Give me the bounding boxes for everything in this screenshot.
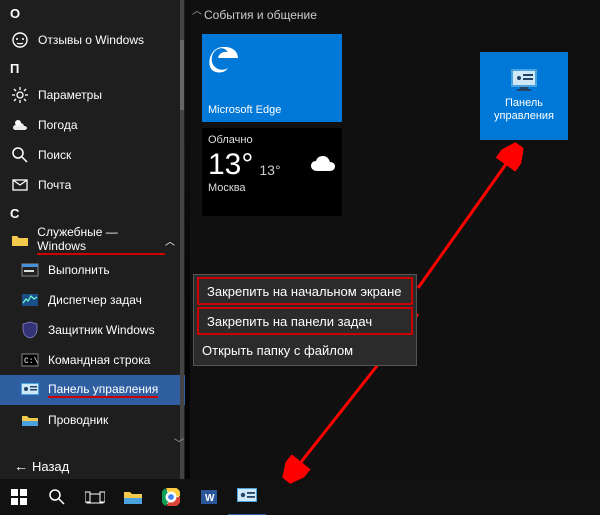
- search-button[interactable]: [38, 479, 76, 515]
- section-header-o: О: [0, 0, 185, 25]
- mail-icon: [10, 175, 30, 195]
- context-menu: Закрепить на начальном экране Закрепить …: [193, 274, 417, 366]
- app-label: Параметры: [38, 88, 102, 102]
- app-label: Поиск: [38, 148, 71, 162]
- gear-icon: [10, 85, 30, 105]
- tile-cp-label: Панельуправления: [494, 97, 554, 122]
- feedback-icon: [10, 30, 30, 50]
- app-label: Диспетчер задач: [48, 293, 142, 307]
- ctx-pin-to-taskbar[interactable]: Закрепить на панели задач: [197, 307, 413, 335]
- app-task-manager[interactable]: Диспетчер задач: [0, 285, 185, 315]
- app-label: Погода: [38, 118, 78, 132]
- taskbar-word[interactable]: W: [190, 479, 228, 515]
- cmd-icon: C:\: [20, 350, 40, 370]
- weather-location: Москва: [208, 182, 336, 194]
- app-label: Защитник Windows: [48, 323, 155, 337]
- app-mail[interactable]: Почта: [0, 170, 185, 200]
- app-feedback[interactable]: Отзывы о Windows: [0, 25, 185, 55]
- app-label: Почта: [38, 178, 71, 192]
- control-panel-icon: [20, 380, 40, 400]
- taskbar-explorer[interactable]: [114, 479, 152, 515]
- chevron-down-icon[interactable]: ﹀: [174, 435, 184, 450]
- shield-icon: [20, 320, 40, 340]
- app-control-panel[interactable]: Панель управления: [0, 375, 185, 405]
- app-label: Панель управления: [48, 382, 158, 398]
- taskbar: W: [0, 479, 600, 515]
- ctx-open-file-location[interactable]: Открыть папку с файлом: [194, 337, 416, 363]
- app-explorer[interactable]: Проводник: [0, 405, 185, 435]
- chevron-up-icon: ︿: [165, 233, 181, 248]
- start-menu-apps-list: О Отзывы о Windows П Параметры Погода По…: [0, 0, 185, 480]
- tile-control-panel[interactable]: Панельуправления: [480, 52, 568, 140]
- app-label: Выполнить: [48, 263, 110, 277]
- tile-edge-label: Microsoft Edge: [208, 104, 281, 116]
- app-weather[interactable]: Погода: [0, 110, 185, 140]
- ctx-pin-to-start[interactable]: Закрепить на начальном экране: [197, 277, 413, 305]
- weather-temp-alt: 13°: [259, 162, 280, 178]
- edge-icon: [208, 44, 336, 78]
- weather-condition: Облачно: [208, 134, 336, 146]
- section-header-c: С: [0, 200, 185, 225]
- cloud-icon: [310, 154, 336, 172]
- chevron-up-icon[interactable]: ︿: [192, 2, 202, 17]
- taskbar-chrome[interactable]: [152, 479, 190, 515]
- back-button[interactable]: ← Назад: [0, 452, 185, 480]
- back-label: Назад: [32, 459, 69, 474]
- tile-group-header[interactable]: События и общение: [190, 0, 600, 32]
- app-settings[interactable]: Параметры: [0, 80, 185, 110]
- taskmgr-icon: [20, 290, 40, 310]
- svg-text:C:\: C:\: [24, 357, 39, 366]
- svg-text:W: W: [205, 493, 215, 504]
- section-header-p: П: [0, 55, 185, 80]
- folder-label: Служебные — Windows: [37, 225, 165, 255]
- search-icon: [10, 145, 30, 165]
- start-button[interactable]: [0, 479, 38, 515]
- weather-temp: 13°: [208, 148, 253, 182]
- app-label: Проводник: [48, 413, 108, 427]
- task-view-button[interactable]: [76, 479, 114, 515]
- app-label: Командная строка: [48, 353, 150, 367]
- scrollbar[interactable]: [180, 0, 184, 480]
- app-label: Отзывы о Windows: [38, 33, 144, 47]
- explorer-icon: [20, 410, 40, 430]
- app-cmd[interactable]: C:\ Командная строка: [0, 345, 185, 375]
- tile-weather[interactable]: Облачно 13° 13° Москва: [202, 128, 342, 216]
- run-icon: [20, 260, 40, 280]
- app-run[interactable]: Выполнить: [0, 255, 185, 285]
- folder-icon: [10, 230, 29, 250]
- weather-icon: [10, 115, 30, 135]
- back-arrow-icon: ←: [10, 458, 32, 474]
- control-panel-icon: [511, 69, 537, 91]
- folder-system-windows[interactable]: Служебные — Windows ︿: [0, 225, 185, 255]
- taskbar-control-panel[interactable]: [228, 478, 266, 515]
- app-defender[interactable]: Защитник Windows: [0, 315, 185, 345]
- app-search[interactable]: Поиск: [0, 140, 185, 170]
- tile-microsoft-edge[interactable]: Microsoft Edge: [202, 34, 342, 122]
